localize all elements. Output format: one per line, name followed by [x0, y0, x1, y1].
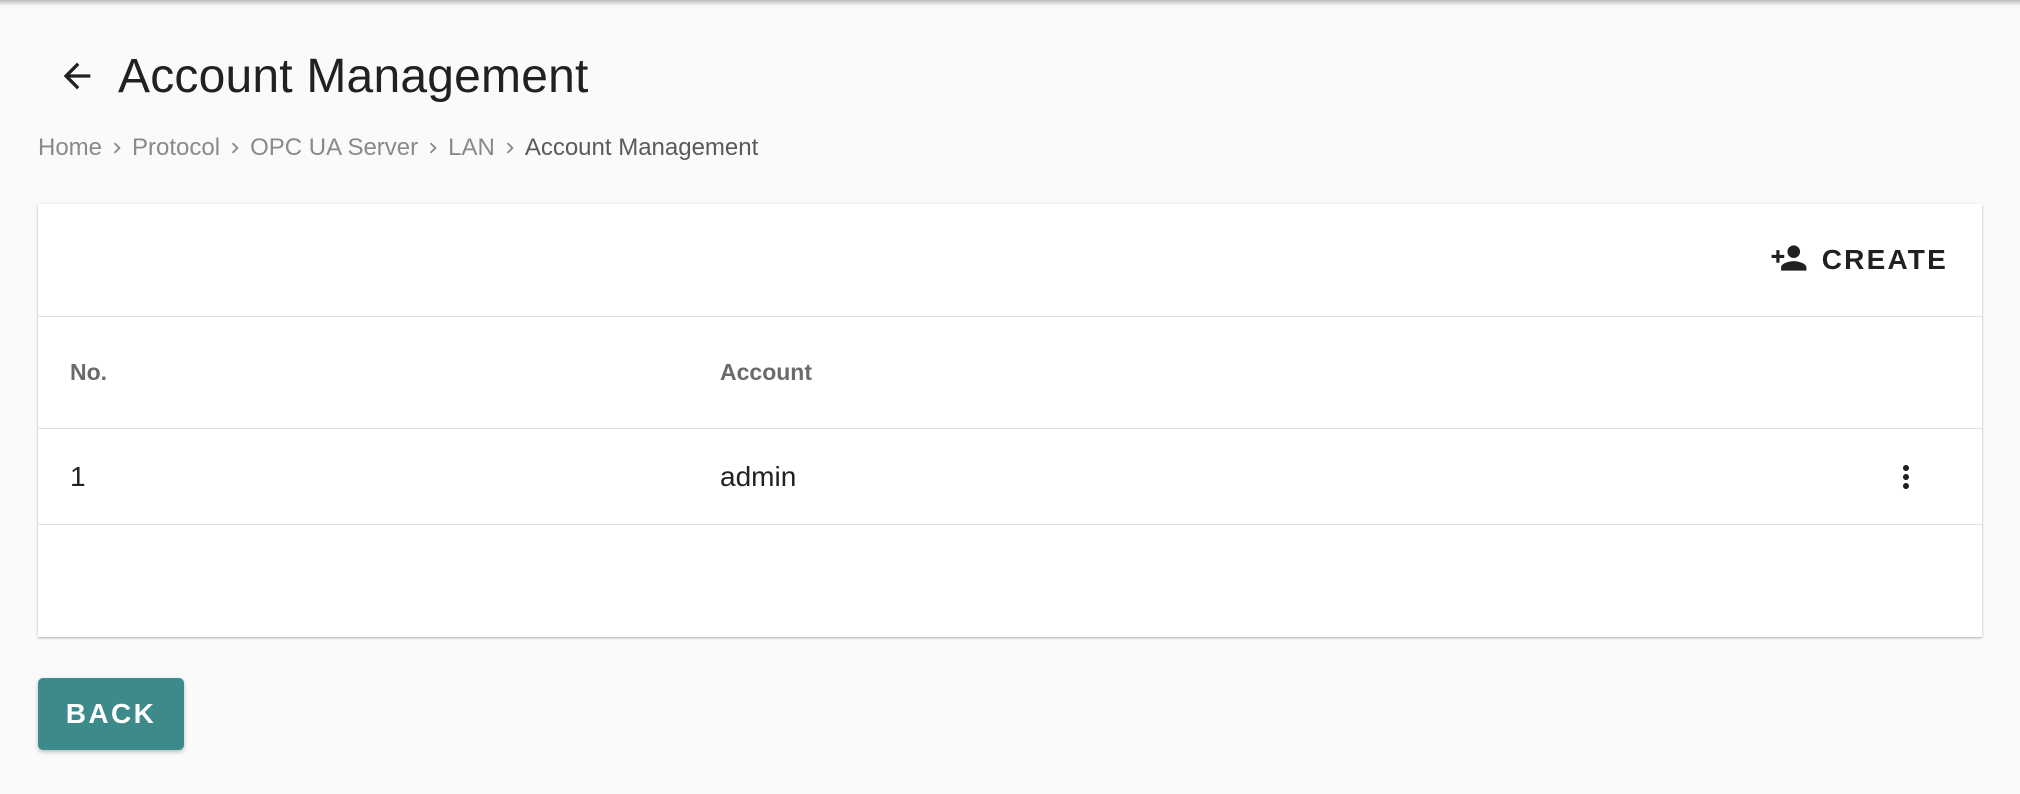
breadcrumb-home[interactable]: Home: [38, 134, 102, 162]
create-button[interactable]: CREATE: [1766, 234, 1952, 286]
cell-account: admin: [720, 460, 797, 492]
more-vert-icon[interactable]: [1882, 453, 1930, 501]
table-row: 1 admin: [38, 429, 1982, 525]
chevron-right-icon: [495, 137, 525, 159]
back-button-label: BACK: [65, 698, 157, 729]
page-title: Account Management: [118, 49, 589, 103]
chevron-right-icon: [220, 137, 250, 159]
breadcrumb-opc-ua-server[interactable]: OPC UA Server: [250, 134, 418, 162]
chevron-right-icon: [102, 137, 132, 159]
cell-no: 1: [70, 460, 86, 492]
top-bar-shadow: [0, 0, 2020, 6]
breadcrumb: Home Protocol OPC UA Server LAN Account …: [38, 132, 758, 164]
create-button-label: CREATE: [1821, 244, 1948, 275]
breadcrumb-current: Account Management: [524, 134, 759, 161]
card-toolbar: CREATE: [38, 204, 1982, 317]
arrow-left-icon[interactable]: [52, 51, 102, 101]
breadcrumb-protocol[interactable]: Protocol: [132, 134, 220, 162]
breadcrumb-lan[interactable]: LAN: [448, 134, 495, 162]
table-header: No. Account: [38, 317, 1982, 429]
accounts-card: CREATE No. Account 1 admin: [38, 204, 1982, 637]
chevron-right-icon: [418, 137, 448, 159]
page-header: Account Management: [52, 44, 589, 108]
person-add-icon: [1770, 239, 1808, 282]
back-button[interactable]: BACK: [38, 678, 184, 750]
column-header-account[interactable]: Account: [720, 317, 812, 428]
column-header-no[interactable]: No.: [70, 317, 107, 428]
